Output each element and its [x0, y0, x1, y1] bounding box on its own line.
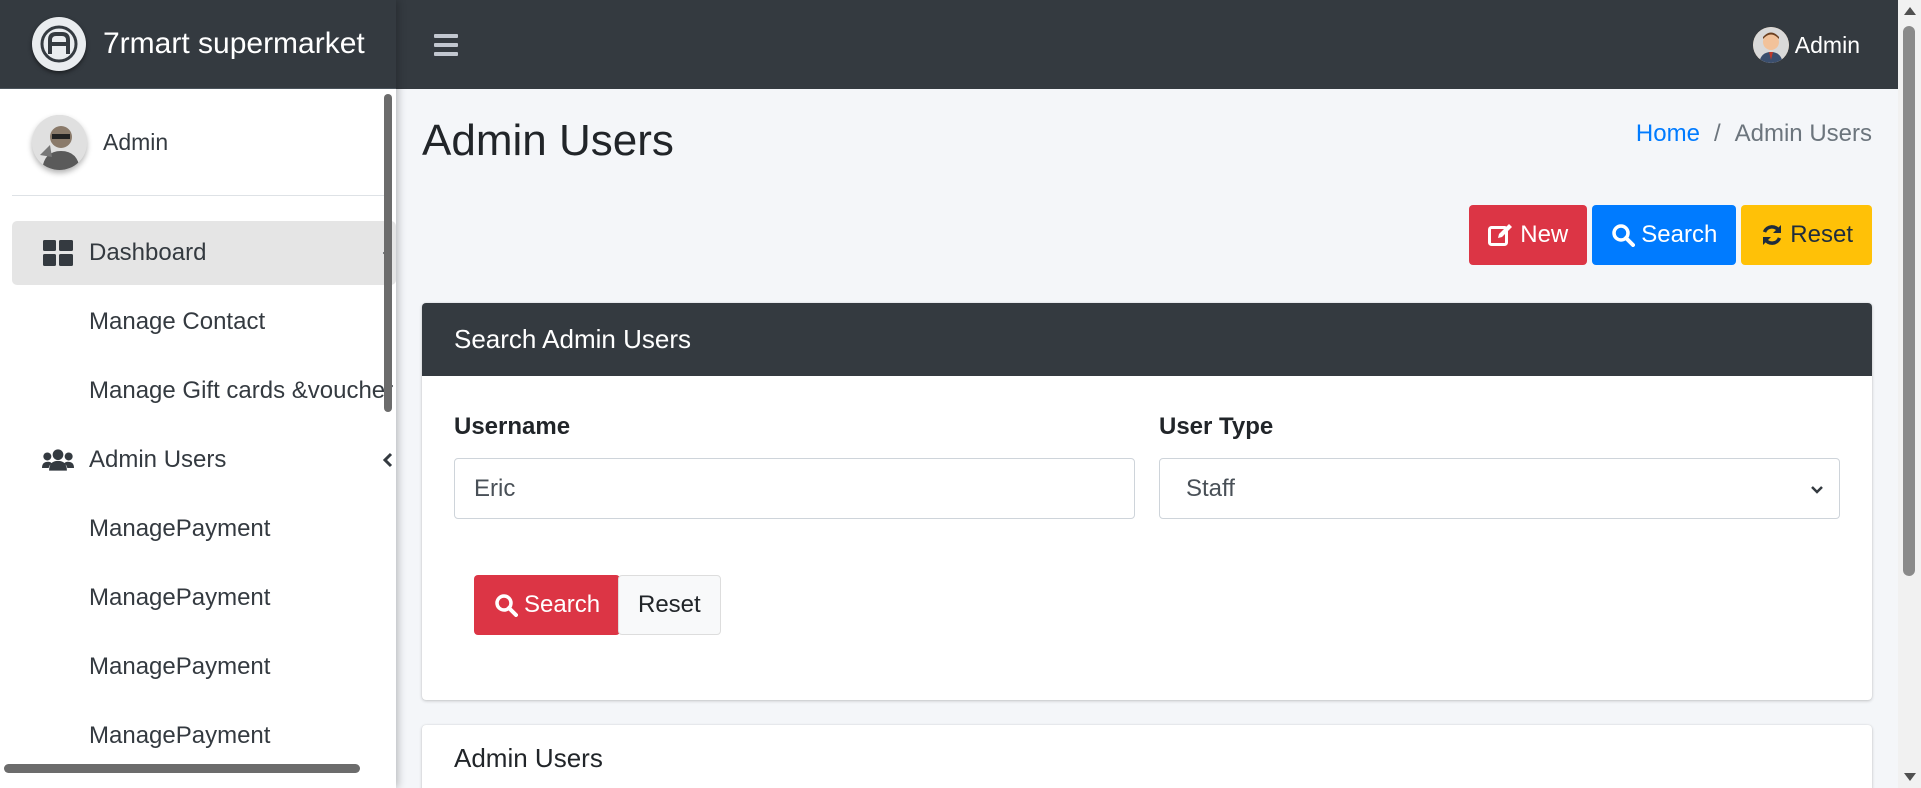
search-button[interactable]: Search: [1592, 205, 1737, 265]
sidebar-item-label: Admin Users: [89, 446, 227, 473]
edit-icon: [1488, 224, 1513, 246]
content-wrapper: Admin Users Home / Admin Users New Searc…: [396, 89, 1898, 788]
scroll-down-arrow-icon[interactable]: [1904, 773, 1916, 781]
avatar: [1752, 27, 1789, 63]
page-title: Admin Users: [422, 116, 674, 165]
search-icon: [1612, 224, 1636, 247]
sidebar-item-label: ManagePayment: [89, 653, 271, 680]
scrollbar-thumb[interactable]: [1903, 26, 1915, 576]
top-user-menu[interactable]: Admin: [1752, 27, 1860, 63]
page-scrollbar[interactable]: [1898, 0, 1921, 788]
sidebar-item-manage-payment[interactable]: ManagePayment: [12, 635, 396, 699]
refresh-icon: [1763, 225, 1782, 245]
avatar: [32, 114, 87, 170]
sidebar-item-label: Dashboard: [89, 239, 207, 266]
sidebar-horizontal-scrollbar[interactable]: [4, 764, 360, 773]
search-admin-users-card: Search Admin Users Username Eric User Ty…: [422, 303, 1872, 700]
sidebar-item-admin-users[interactable]: Admin Users: [12, 428, 396, 492]
brand-logo-icon: [32, 17, 86, 71]
breadcrumb: Home / Admin Users: [1636, 120, 1872, 148]
sidebar-item-label: ManagePayment: [89, 722, 271, 749]
breadcrumb-home-link[interactable]: Home: [1636, 120, 1700, 148]
sidebar-item-manage-contact[interactable]: Manage Contact: [12, 290, 396, 354]
card-header: Search Admin Users: [422, 303, 1872, 376]
hamburger-icon[interactable]: [434, 33, 458, 56]
action-bar: New Search Reset: [1469, 205, 1872, 265]
search-button-label: Search: [1641, 221, 1718, 248]
reset-button-label: Reset: [1790, 221, 1853, 248]
admin-users-list-card: Admin Users: [422, 725, 1872, 788]
form-reset-button[interactable]: Reset: [618, 575, 721, 635]
dashboard-grid-icon: [42, 239, 74, 267]
search-icon: [495, 594, 518, 617]
scroll-up-arrow-icon[interactable]: [1904, 7, 1916, 15]
username-input-value: Eric: [474, 474, 516, 502]
user-type-label: User Type: [1159, 413, 1274, 440]
user-type-select[interactable]: Staff: [1159, 458, 1840, 519]
sidebar-item-manage-payment[interactable]: ManagePayment: [12, 566, 396, 630]
sidebar-item-label: Manage Contact: [89, 308, 266, 335]
sidebar-vertical-scrollbar[interactable]: [384, 94, 392, 412]
user-panel-name[interactable]: Admin: [103, 129, 168, 156]
card-title: Admin Users: [454, 743, 603, 773]
breadcrumb-current: Admin Users: [1734, 120, 1872, 147]
reset-button[interactable]: Reset: [1741, 205, 1872, 265]
brand-link[interactable]: 7rmart supermarket: [0, 0, 396, 89]
sidebar-item-manage-payment[interactable]: ManagePayment: [12, 704, 396, 768]
form-reset-button-label: Reset: [638, 591, 701, 618]
sidebar-item-label: ManagePayment: [89, 584, 271, 611]
user-panel[interactable]: Admin: [12, 89, 384, 196]
top-navbar: Admin: [396, 0, 1898, 89]
chevron-down-icon: [1809, 475, 1825, 503]
new-button-label: New: [1520, 221, 1569, 248]
top-user-name[interactable]: Admin: [1795, 32, 1860, 59]
chevron-left-icon: [380, 448, 396, 472]
form-search-button[interactable]: Search: [474, 575, 621, 635]
sidebar-item-label: Manage Gift cards &voucher: [89, 377, 394, 404]
sidebar-item-manage-gift-cards[interactable]: Manage Gift cards &voucher: [12, 359, 396, 423]
form-search-button-label: Search: [524, 591, 601, 618]
users-icon: [42, 446, 74, 474]
sidebar-nav: Dashboard Manage Contact Manage Gift car…: [0, 196, 396, 768]
main-sidebar: 7rmart supermarket Admin Dashboard Manag…: [0, 0, 396, 788]
user-type-selected-value: Staff: [1186, 474, 1235, 502]
sidebar-item-label: ManagePayment: [89, 515, 271, 542]
sidebar-item-dashboard[interactable]: Dashboard: [12, 221, 396, 285]
sidebar-item-manage-payment[interactable]: ManagePayment: [12, 497, 396, 561]
username-label: Username: [454, 413, 571, 440]
username-input[interactable]: Eric: [454, 458, 1135, 519]
breadcrumb-separator: /: [1713, 120, 1721, 147]
new-button[interactable]: New: [1469, 205, 1588, 265]
brand-text: 7rmart supermarket: [103, 27, 365, 60]
